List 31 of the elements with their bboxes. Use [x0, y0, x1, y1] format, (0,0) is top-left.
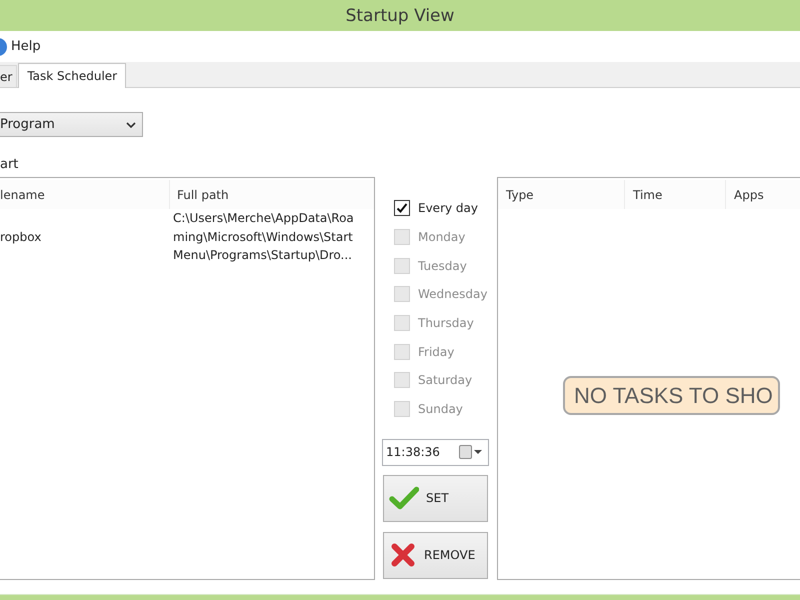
tab[interactable]: Task Scheduler — [18, 63, 126, 88]
day-label: Friday — [418, 344, 454, 359]
day-label: Monday — [418, 230, 466, 244]
chevron-down-icon — [126, 122, 136, 128]
set-button[interactable]: SET — [383, 474, 488, 522]
day-label: Wednesday — [418, 287, 488, 302]
column-header[interactable]: Time — [625, 180, 726, 209]
day-label: Thursday — [418, 316, 474, 330]
day-label: Tuesday — [418, 258, 467, 273]
remove-button[interactable]: REMOVE — [383, 532, 488, 578]
table-cell-text: C:\Users\Merche\AppData\Roaming\Microsoft\Windows\Start Menu\Programs\Startup\Dro... — [172, 210, 355, 264]
section-label: art — [0, 157, 18, 173]
checkbox[interactable] — [394, 200, 410, 216]
cross-icon — [391, 543, 415, 567]
column-header[interactable]: Type — [498, 180, 625, 209]
check-icon — [389, 486, 419, 510]
window-title: Startup View — [346, 6, 454, 26]
day-label: Every day — [418, 201, 478, 216]
day-label: Saturday — [418, 373, 472, 388]
table-cell-text: ropbox — [0, 230, 42, 244]
day-label: Sunday — [418, 402, 463, 416]
caret-icon — [474, 450, 482, 454]
program-dropdown[interactable]: Program — [0, 112, 143, 137]
calendar-icon — [459, 445, 472, 459]
column-header[interactable]: Full path — [170, 180, 374, 209]
empty-message: NO TASKS TO SHO — [563, 376, 780, 415]
tab[interactable]: er — [0, 65, 18, 87]
column-header[interactable]: lename — [0, 180, 170, 209]
time-field[interactable]: 11:38:36 — [382, 438, 489, 466]
column-header[interactable]: Apps — [726, 180, 800, 209]
menu-item[interactable]: Help — [0, 36, 45, 58]
